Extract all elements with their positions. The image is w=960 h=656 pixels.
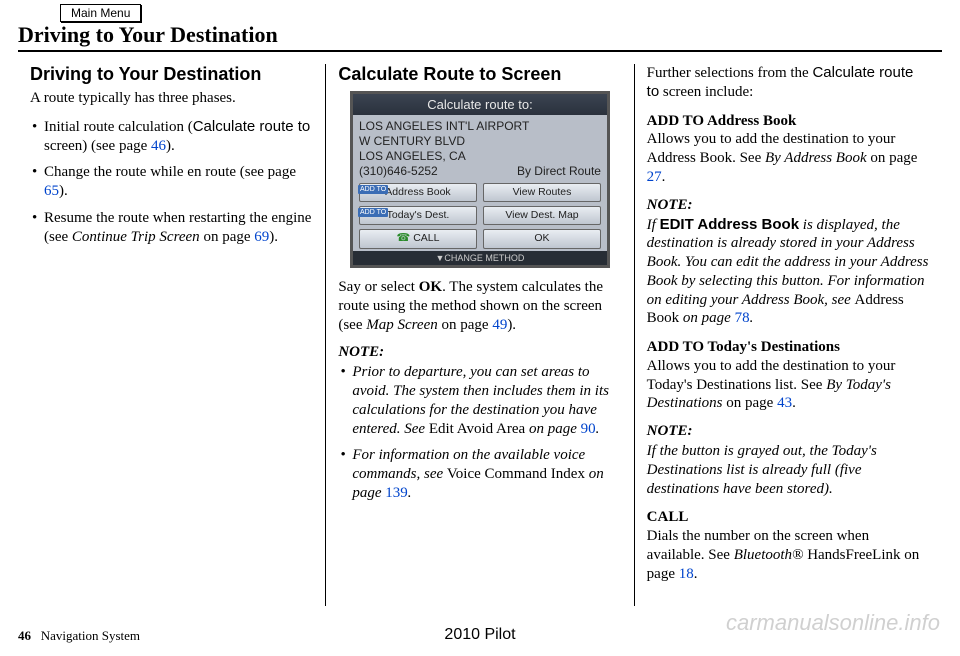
note-label: NOTE: — [647, 197, 930, 214]
page-link[interactable]: 43 — [777, 395, 792, 411]
page-link[interactable]: 90 — [581, 421, 596, 437]
text: . — [662, 169, 666, 185]
screen-button-row: ADD TOAddress Book View Routes — [359, 183, 601, 202]
text: Change the route while en route (see pag… — [44, 164, 296, 180]
screen-bottom-row: CALL OK — [359, 229, 601, 249]
ref-title: Edit Avoid Area — [429, 421, 525, 437]
addto-tag: ADD TO — [358, 208, 388, 217]
ref-title: Continue Trip Screen — [72, 229, 200, 245]
page-link[interactable]: 27 — [647, 169, 662, 185]
page-footer: 46 Navigation System 2010 Pilot — [18, 628, 942, 644]
text: Further selections from the — [647, 65, 813, 81]
page-number: 46 — [18, 628, 31, 643]
ref-title: Bluetooth® — [734, 547, 804, 563]
list-item: For information on the available voice c… — [338, 446, 621, 502]
subheading: CALL — [647, 508, 930, 527]
text: ). — [269, 229, 278, 245]
page-link[interactable]: 46 — [151, 138, 166, 154]
text: . — [596, 421, 600, 437]
screen-line: W CENTURY BLVD — [359, 134, 601, 149]
text: Initial route calculation ( — [44, 119, 193, 135]
screen-phone: (310)646-5252 — [359, 164, 438, 179]
screen-btn-todays-dest: ADD TOToday's Dest. — [359, 206, 477, 225]
list-item: Prior to departure, you can set areas to… — [338, 363, 621, 438]
page-link[interactable]: 69 — [254, 229, 269, 245]
subheading: ADD TO Today's Destinations — [647, 338, 930, 357]
btn-label: Today's Dest. — [387, 209, 450, 221]
screen-btn-ok: OK — [483, 229, 601, 249]
ref-title: Voice Command Index — [447, 466, 585, 482]
screen-body: LOS ANGELES INT'L AIRPORT W CENTURY BLVD… — [353, 115, 607, 251]
text: If — [647, 217, 660, 233]
text: ). — [507, 317, 516, 333]
subheading: ADD TO Address Book — [647, 112, 930, 131]
nav-screen-illustration: Calculate route to: LOS ANGELES INT'L AI… — [350, 91, 610, 268]
page-link[interactable]: 78 — [735, 310, 750, 326]
footer-left: 46 Navigation System — [18, 628, 140, 644]
note-label: NOTE: — [338, 344, 621, 361]
text: . — [792, 395, 796, 411]
text: on page — [867, 150, 918, 166]
col1-intro: A route typically has three phases. — [30, 89, 313, 108]
column-3: Further selections from the Calculate ro… — [634, 64, 942, 606]
list-item: Initial route calculation (Calculate rou… — [30, 118, 313, 156]
ref-title: Map Screen — [366, 317, 438, 333]
list-item: Resume the route when restarting the eng… — [30, 209, 313, 247]
text: ). — [166, 138, 175, 154]
section-todays-dest: ADD TO Today's Destinations Allows you t… — [647, 338, 930, 413]
text: on page — [438, 317, 493, 333]
screen-button-row: ADD TOToday's Dest. View Dest. Map — [359, 206, 601, 225]
main-menu-button[interactable]: Main Menu — [60, 4, 141, 22]
text: . — [694, 566, 698, 582]
col2-para: Say or select OK. The system calculates … — [338, 278, 621, 334]
system-name: Navigation System — [41, 628, 140, 643]
screen-titlebar: Calculate route to: — [353, 94, 607, 115]
page-link[interactable]: 49 — [492, 317, 507, 333]
text: ). — [59, 183, 68, 199]
page-link[interactable]: 18 — [679, 566, 694, 582]
ok-bold: OK — [419, 279, 442, 295]
text: . — [750, 310, 754, 326]
screen-line: LOS ANGELES, CA — [359, 149, 601, 164]
col1-heading: Driving to Your Destination — [30, 64, 313, 85]
text: . — [408, 485, 412, 501]
col3-intro: Further selections from the Calculate ro… — [647, 64, 930, 102]
note-text: If EDIT Address Book is displayed, the d… — [647, 216, 930, 329]
note-label: NOTE: — [647, 423, 930, 440]
page-link[interactable]: 139 — [385, 485, 408, 501]
screen-btn-view-routes: View Routes — [483, 183, 601, 202]
ui-term: Calculate route to — [193, 118, 311, 135]
text: on page — [200, 229, 255, 245]
col1-list: Initial route calculation (Calculate rou… — [30, 118, 313, 247]
page-title: Driving to Your Destination — [18, 22, 942, 52]
section-call: CALL Dials the number on the screen when… — [647, 508, 930, 583]
ui-term: EDIT Address Book — [660, 216, 799, 233]
screen-route-method: By Direct Route — [517, 164, 601, 179]
screen-btn-address-book: ADD TOAddress Book — [359, 183, 477, 202]
col2-heading: Calculate Route to Screen — [338, 64, 621, 85]
list-item: Change the route while en route (see pag… — [30, 163, 313, 201]
screen-footer: ▼CHANGE METHOD — [353, 251, 607, 265]
text: on page — [525, 421, 580, 437]
addto-tag: ADD TO — [358, 185, 388, 194]
text: screen) (see page — [44, 138, 151, 154]
footer-model: 2010 Pilot — [444, 626, 515, 644]
text: screen include: — [659, 84, 753, 100]
page-link[interactable]: 65 — [44, 183, 59, 199]
note-text: If the button is grayed out, the Today's… — [647, 442, 930, 498]
column-1: Driving to Your Destination A route typi… — [18, 64, 325, 606]
ref-title: By Address Book — [765, 150, 867, 166]
section-addr-book: ADD TO Address Book Allows you to add th… — [647, 112, 930, 187]
text: on page — [679, 310, 734, 326]
col2-note-list: Prior to departure, you can set areas to… — [338, 363, 621, 502]
btn-label: Address Book — [385, 186, 450, 198]
column-2: Calculate Route to Screen Calculate rout… — [325, 64, 633, 606]
screen-btn-view-dest-map: View Dest. Map — [483, 206, 601, 225]
screen-btn-call: CALL — [359, 229, 477, 249]
screen-phone-row: (310)646-5252 By Direct Route — [359, 164, 601, 179]
text: on page — [723, 395, 778, 411]
screen-line: LOS ANGELES INT'L AIRPORT — [359, 119, 601, 134]
content-columns: Driving to Your Destination A route typi… — [18, 64, 942, 606]
text: Say or select — [338, 279, 418, 295]
